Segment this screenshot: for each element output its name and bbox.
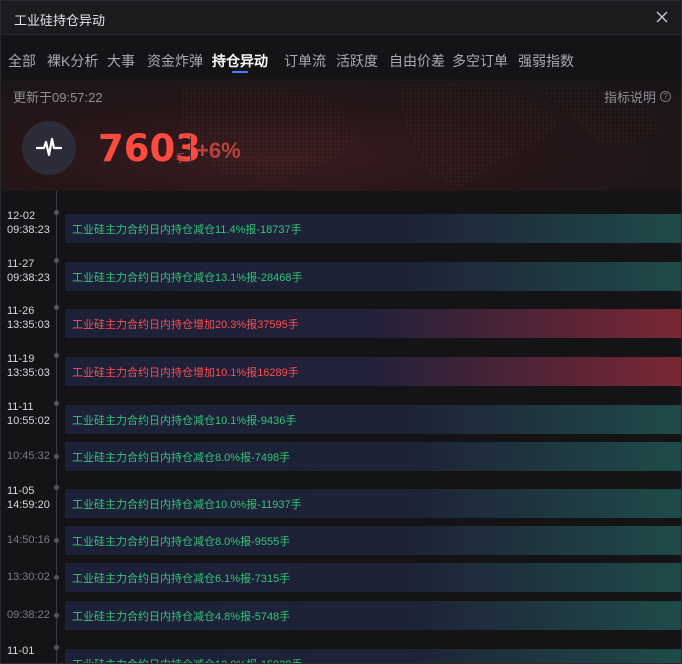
event-text: 工业硅主力合约日内持仓减仓13.1%报-28468手 xyxy=(72,272,303,284)
event-text: 工业硅主力合约日内持仓减仓11.4%报-18737手 xyxy=(72,224,302,236)
event-time: 13:35:03 xyxy=(7,319,50,331)
event-text: 工业硅主力合约日内持仓减仓8.0%报-9555手 xyxy=(72,536,291,548)
event-time: 09:38:22 xyxy=(7,609,50,621)
event-time-label: 11-05 14:59:20 xyxy=(7,484,50,512)
title-bar: 工业硅持仓异动 xyxy=(1,1,681,35)
event-text: 工业硅主力合约日内持仓增加10.1%报16289手 xyxy=(72,367,299,379)
event-time: 10:55:02 xyxy=(7,415,50,427)
timeline-dot xyxy=(54,258,59,263)
event-time-label: 10:45:32 xyxy=(7,449,50,463)
event-row[interactable]: 工业硅主力合约日内持仓减仓10.1%报-9436手 xyxy=(65,405,681,434)
event-row[interactable]: 工业硅主力合约日内持仓减仓4.8%报-5748手 xyxy=(65,601,681,630)
event-text: 工业硅主力合约日内持仓减仓4.8%报-5748手 xyxy=(72,611,291,623)
change-percent: +6% xyxy=(196,138,241,163)
event-text: 工业硅主力合约日内持仓减仓12.0%报-15938手 xyxy=(72,656,302,663)
event-row[interactable]: 工业硅主力合约日内持仓减仓11.4%报-18737手 xyxy=(65,214,681,243)
timeline-dot xyxy=(54,538,59,543)
timeline-dot xyxy=(54,353,59,358)
event-date: 11-27 xyxy=(7,258,35,270)
timeline-dot xyxy=(54,613,59,618)
event-date: 11-11 xyxy=(7,401,34,413)
timeline-dot xyxy=(54,305,59,310)
event-text: 工业硅主力合约日内持仓增加20.3%报37595手 xyxy=(72,319,299,331)
event-row[interactable]: 工业硅主力合约日内持仓增加10.1%报16289手 xyxy=(65,357,681,386)
event-time-label: 11-19 13:35:03 xyxy=(7,352,50,380)
event-time-label: 09:38:22 xyxy=(7,608,50,622)
event-time: 10:45:32 xyxy=(7,450,50,462)
event-time-label: 14:50:16 xyxy=(7,533,50,547)
event-date: 11-05 xyxy=(7,485,35,497)
updated-time: 更新于09:57:22 xyxy=(13,90,103,105)
event-row[interactable]: 工业硅主力合约日内持仓减仓10.0%报-11937手 xyxy=(65,489,681,518)
event-time-label: 12-02 09:38:23 xyxy=(7,209,50,237)
tab-activity[interactable]: 活跃度 xyxy=(336,51,378,71)
event-time-label: 13:30:02 xyxy=(7,570,50,584)
event-time-label: 11-27 09:38:23 xyxy=(7,257,50,285)
timeline-dot xyxy=(54,575,59,580)
pulse-icon xyxy=(22,121,76,175)
tab-order-flow[interactable]: 订单流 xyxy=(284,51,326,71)
value-unit: 手 xyxy=(175,153,186,165)
summary-panel: 更新于09:57:22 指标说明 ? 7603 手 +6% xyxy=(1,79,681,191)
tab-free-spread[interactable]: 自由价差 xyxy=(389,51,445,71)
timeline-dot xyxy=(54,401,59,406)
window-title: 工业硅持仓异动 xyxy=(14,13,106,28)
timeline-dot xyxy=(54,485,59,490)
event-time-label: 11-26 13:35:03 xyxy=(7,304,50,332)
event-time: 13:30:02 xyxy=(7,571,50,583)
event-row[interactable]: 工业硅主力合约日内持仓减仓12.0%报-15938手 xyxy=(65,649,681,663)
event-time: 09:38:23 xyxy=(7,272,50,284)
tab-long-short-orders[interactable]: 多空订单 xyxy=(452,51,508,71)
event-date: 11-01 xyxy=(7,645,35,657)
active-tab-indicator xyxy=(232,71,248,73)
divider xyxy=(190,136,191,164)
event-time: 09:38:23 xyxy=(7,224,50,236)
event-text: 工业硅主力合约日内持仓减仓6.1%报-7315手 xyxy=(72,573,291,585)
event-time-label: 11-01 xyxy=(7,644,34,658)
event-text: 工业硅主力合约日内持仓减仓10.0%报-11937手 xyxy=(72,499,302,511)
indicator-help-label: 指标说明 xyxy=(603,90,656,105)
event-row[interactable]: 工业硅主力合约日内持仓减仓6.1%报-7315手 xyxy=(65,563,681,592)
event-time: 14:50:16 xyxy=(7,534,50,546)
event-date: 12-02 xyxy=(7,210,36,222)
event-time-label: 11-11 10:55:02 xyxy=(7,400,50,428)
tab-position-change[interactable]: 持仓异动 xyxy=(212,51,268,71)
timeline-dot xyxy=(54,454,59,459)
tab-all[interactable]: 全部 xyxy=(8,51,36,71)
tab-events[interactable]: 大事 xyxy=(107,51,135,71)
help-icon: ? xyxy=(660,91,671,102)
event-text: 工业硅主力合约日内持仓减仓10.1%报-9436手 xyxy=(72,415,297,427)
event-row[interactable]: 工业硅主力合约日内持仓减仓8.0%报-7498手 xyxy=(65,442,681,471)
timeline-dot xyxy=(54,645,59,650)
tab-strength-index[interactable]: 强弱指数 xyxy=(518,51,574,71)
event-row[interactable]: 工业硅主力合约日内持仓增加20.3%报37595手 xyxy=(65,309,681,338)
timeline-dot xyxy=(54,210,59,215)
indicator-help-link[interactable]: 指标说明 ? xyxy=(604,87,671,106)
tab-naked-k[interactable]: 裸K分析 xyxy=(47,51,98,71)
close-icon[interactable] xyxy=(653,8,671,26)
event-row[interactable]: 工业硅主力合约日内持仓减仓8.0%报-9555手 xyxy=(65,526,681,555)
tab-bar: 全部 裸K分析 大事 资金炸弹 持仓异动 订单流 活跃度 自由价差 多空订单 强… xyxy=(1,47,681,75)
event-time: 14:59:20 xyxy=(7,499,50,511)
event-date: 11-26 xyxy=(7,305,35,317)
position-change-window: 工业硅持仓异动 全部 裸K分析 大事 资金炸弹 持仓异动 订单流 活跃度 自由价… xyxy=(0,0,682,664)
event-row[interactable]: 工业硅主力合约日内持仓减仓13.1%报-28468手 xyxy=(65,262,681,291)
tab-fund-bomb[interactable]: 资金炸弹 xyxy=(147,51,203,71)
event-timeline[interactable]: 12-02 09:38:23 工业硅主力合约日内持仓减仓11.4%报-18737手 1… xyxy=(1,191,681,663)
event-text: 工业硅主力合约日内持仓减仓8.0%报-7498手 xyxy=(72,452,291,464)
event-date: 11-19 xyxy=(7,353,35,365)
event-time: 13:35:03 xyxy=(7,367,50,379)
